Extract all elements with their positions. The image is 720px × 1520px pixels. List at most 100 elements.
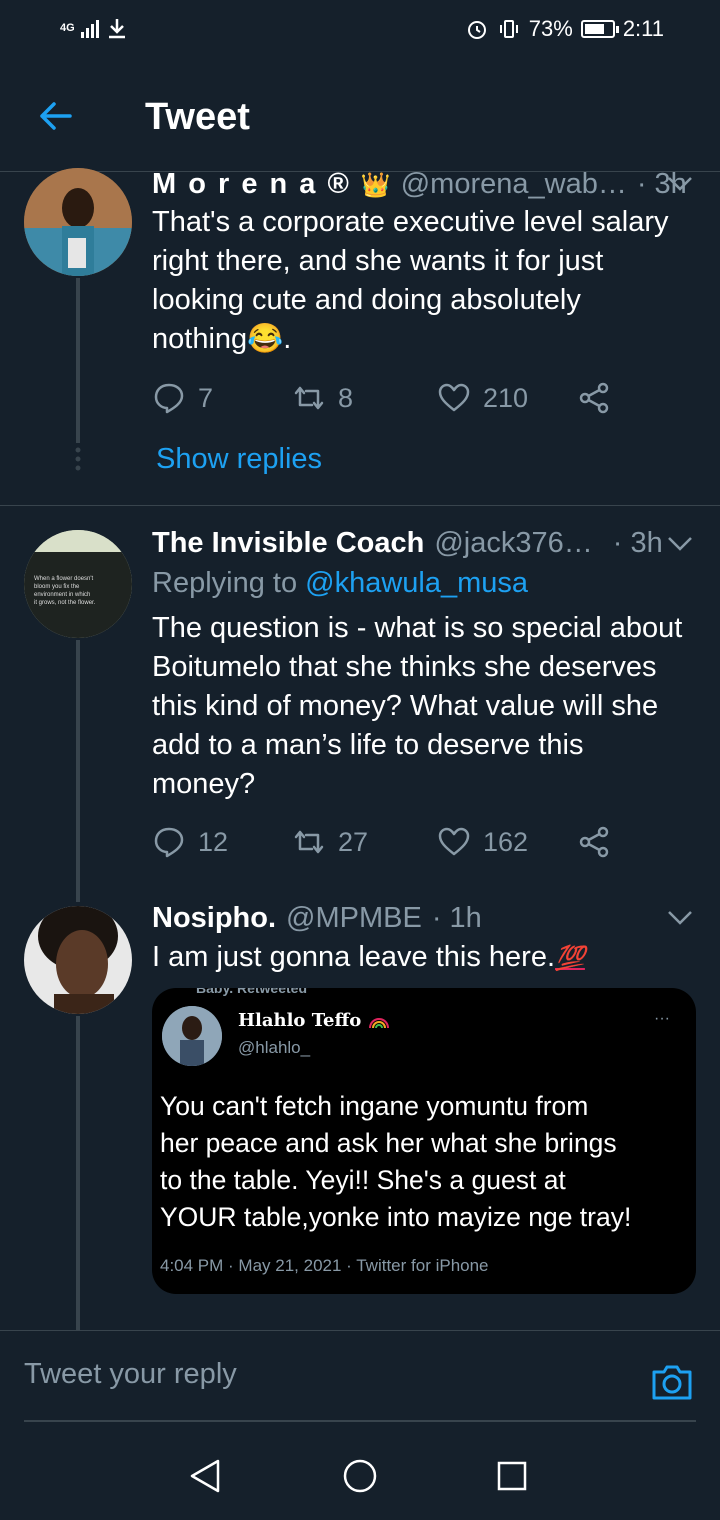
retweet-icon bbox=[294, 386, 324, 410]
rainbow-icon bbox=[368, 1018, 389, 1029]
like-count: 162 bbox=[483, 826, 529, 857]
tweet-actions: 7 8 210 bbox=[152, 378, 611, 418]
avatar-photo bbox=[24, 168, 132, 276]
like-button[interactable]: 162 bbox=[437, 825, 577, 859]
reply-count: 12 bbox=[198, 826, 229, 857]
embed-name-text: Hlahlo Teffo bbox=[238, 1010, 362, 1031]
status-right: 73% 2:11 bbox=[465, 16, 664, 42]
share-button[interactable] bbox=[577, 381, 611, 415]
replying-to-link[interactable]: @khawula_musa bbox=[305, 567, 528, 599]
hundred-emoji: 💯 bbox=[555, 945, 585, 972]
share-icon bbox=[579, 382, 609, 414]
avatar[interactable] bbox=[24, 168, 132, 276]
thread-more-dots[interactable] bbox=[70, 446, 86, 472]
page-title: Tweet bbox=[145, 96, 250, 138]
thread-line bbox=[76, 640, 80, 902]
tweet-divider bbox=[0, 505, 720, 506]
tweet-header: M o r e n a ® 👑 @morena_wab… · 3h bbox=[152, 168, 687, 201]
system-nav-bar bbox=[0, 1432, 720, 1520]
like-button[interactable]: 210 bbox=[437, 381, 577, 415]
display-name[interactable]: M o r e n a ® bbox=[152, 168, 351, 201]
avatar-photo bbox=[24, 906, 132, 1014]
retweet-icon bbox=[294, 830, 324, 854]
clock: 2:11 bbox=[622, 16, 664, 41]
tweet-line: add to a man’s life to deserve this bbox=[152, 729, 584, 761]
timestamp: · 1h bbox=[431, 902, 482, 934]
retweet-count: 8 bbox=[338, 382, 354, 413]
share-icon bbox=[579, 826, 609, 858]
tweet-line: right there, and she wants it for just bbox=[152, 245, 604, 277]
replying-prefix: Replying to bbox=[152, 567, 298, 599]
avatar-quote-line: When a flower doesn't bbox=[34, 576, 94, 582]
chevron-down-icon[interactable] bbox=[666, 174, 694, 194]
tweet-header: The Invisible Coach @jack376… · 3h bbox=[152, 527, 663, 560]
embed-line: to the table. Yeyi!! She's a guest at bbox=[160, 1165, 566, 1195]
chevron-down-icon[interactable] bbox=[666, 908, 694, 928]
status-bar: 4G 73% 2:11 bbox=[0, 0, 720, 60]
embed-text: You can't fetch ingane yomuntu from her … bbox=[160, 1088, 690, 1236]
tweet-text: That's a corporate executive level salar… bbox=[152, 203, 712, 359]
tweet-text: I am just gonna leave this here.💯 bbox=[152, 938, 585, 978]
retweet-count: 27 bbox=[338, 826, 369, 857]
embed-line: her peace and ask her what she brings bbox=[160, 1128, 617, 1158]
embedded-image[interactable]: Baby. Retweeted Hlahlo Teffo @hlahlo_ ··… bbox=[152, 988, 696, 1294]
tweet-line: That's a corporate executive level salar… bbox=[152, 206, 669, 238]
timestamp: · 3h bbox=[612, 527, 663, 559]
reply-input[interactable]: Tweet your reply bbox=[24, 1358, 237, 1391]
arrow-left-icon[interactable] bbox=[36, 96, 76, 136]
reply-button[interactable]: 7 bbox=[152, 381, 292, 415]
reply-button[interactable]: 12 bbox=[152, 825, 292, 859]
reply-count: 7 bbox=[198, 382, 214, 413]
handle[interactable]: @jack376… bbox=[434, 527, 592, 560]
tweet-text: The question is - what is so special abo… bbox=[152, 609, 712, 804]
avatar[interactable]: When a flower doesn't bloom you fix the … bbox=[24, 530, 132, 638]
embed-line: You can't fetch ingane yomuntu from bbox=[160, 1091, 589, 1121]
tweet-line: I am just gonna leave this here. bbox=[152, 941, 556, 973]
thread-line bbox=[76, 1016, 80, 1330]
tweet-line: The question is - what is so special abo… bbox=[152, 612, 683, 644]
network-type: 4G bbox=[60, 22, 75, 34]
tweet-line: nothing😂. bbox=[152, 323, 292, 355]
tweet-line: this kind of money? What value will she bbox=[152, 690, 659, 722]
display-name[interactable]: The Invisible Coach bbox=[152, 527, 424, 560]
embed-handle: @hlahlo_ bbox=[238, 1038, 311, 1057]
handle[interactable]: @morena_wab… bbox=[401, 168, 627, 201]
tweet-line: looking cute and doing absolutely bbox=[152, 284, 581, 316]
handle[interactable]: @MPMBE bbox=[286, 902, 422, 935]
display-name[interactable]: Nosipho. bbox=[152, 902, 276, 935]
tweet-actions: 12 27 162 bbox=[152, 822, 611, 862]
back-nav-icon[interactable] bbox=[188, 1458, 222, 1494]
heart-icon bbox=[438, 383, 470, 412]
heart-icon bbox=[438, 827, 470, 856]
avatar-quote-line: environment in which bbox=[34, 592, 91, 598]
status-left: 4G bbox=[60, 16, 129, 40]
like-count: 210 bbox=[483, 382, 529, 413]
avatar-quote-line: it grows, not the flower. bbox=[34, 600, 96, 606]
embed-meta: 4:04 PM · May 21, 2021 · Twitter for iPh… bbox=[160, 1256, 489, 1275]
embed-display-name: Hlahlo Teffo bbox=[238, 1010, 390, 1031]
show-replies-link[interactable]: Show replies bbox=[156, 443, 322, 476]
avatar[interactable] bbox=[24, 906, 132, 1014]
chevron-down-icon[interactable] bbox=[666, 534, 694, 554]
reply-icon bbox=[154, 827, 184, 858]
tweet-header: Nosipho. @MPMBE · 1h bbox=[152, 902, 482, 935]
embed-line: YOUR table,yonke into mayize nge tray! bbox=[160, 1202, 632, 1232]
embed-avatar bbox=[162, 1006, 222, 1066]
alarm-icon bbox=[467, 21, 486, 39]
retweet-button[interactable]: 27 bbox=[292, 825, 437, 859]
thread-line bbox=[76, 278, 80, 443]
crown-emoji: 👑 bbox=[360, 172, 391, 199]
retweet-button[interactable]: 8 bbox=[292, 381, 437, 415]
vibrate-icon bbox=[499, 20, 518, 38]
recents-nav-icon[interactable] bbox=[496, 1460, 528, 1492]
home-nav-icon[interactable] bbox=[342, 1458, 378, 1494]
tweet-line: money? bbox=[152, 768, 256, 800]
app-header bbox=[0, 60, 720, 172]
embed-retweeted-label: Baby. Retweeted bbox=[196, 988, 307, 996]
reply-underline bbox=[24, 1420, 696, 1422]
battery-percent: 73% bbox=[528, 16, 573, 41]
camera-icon[interactable] bbox=[650, 1360, 694, 1404]
tweet-line: Boitumelo that she thinks she deserves bbox=[152, 651, 657, 683]
download-icon bbox=[108, 19, 125, 39]
share-button[interactable] bbox=[577, 825, 611, 859]
